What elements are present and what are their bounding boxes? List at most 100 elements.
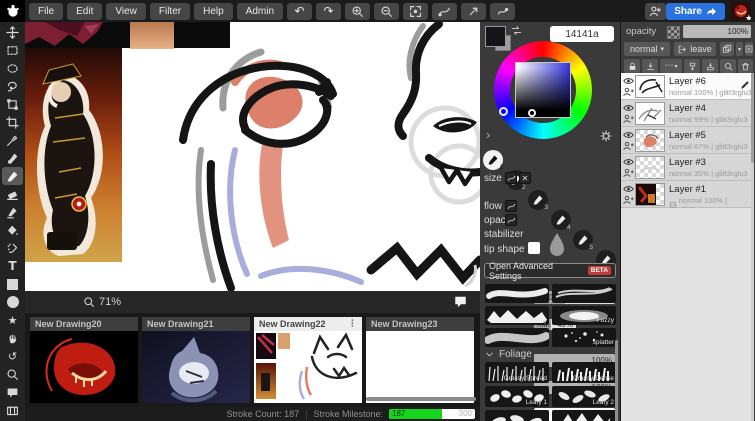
layer-row-1[interactable]: Layer #1 normal 100% | glitt3r… (621, 181, 754, 214)
open-advanced-settings-button[interactable]: Open Advanced Settings BETA (484, 261, 616, 281)
shape-star-tool[interactable]: ★ (2, 311, 23, 329)
smoothing-button[interactable] (490, 2, 516, 20)
text-tool[interactable]: T (2, 257, 23, 275)
tabs-horizontal-scrollbar[interactable] (366, 397, 476, 401)
tab-menu-kebab-icon[interactable]: ⋮ (348, 319, 357, 329)
zoom-tool[interactable] (2, 365, 23, 383)
visibility-eye-icon[interactable] (623, 158, 634, 166)
menu-edit[interactable]: Edit (67, 2, 103, 20)
eyedropper-tool[interactable] (2, 131, 23, 149)
layer-row-6[interactable]: Layer #6 normal 100% | glitt3rglu3 (621, 73, 754, 100)
menu-filter[interactable]: Filter (149, 2, 191, 20)
menu-view[interactable]: View (106, 2, 146, 20)
blend-mode-dropdown[interactable]: normal ▾ (624, 42, 670, 56)
zoom-in-button[interactable] (345, 2, 371, 20)
comment-tool[interactable] (2, 383, 23, 401)
shape-rect-tool[interactable] (2, 275, 23, 293)
swap-colors-icon[interactable] (511, 25, 522, 36)
brush-panel-scrollbar[interactable] (615, 340, 618, 421)
brush-texture-item[interactable] (485, 284, 549, 303)
brush-slot-1[interactable]: 1 (483, 150, 503, 171)
layer-opacity-slider[interactable]: 100% (683, 25, 751, 38)
move-tool[interactable] (2, 23, 23, 41)
duplicate-layer-button[interactable] (720, 42, 734, 56)
crop-tool[interactable] (2, 113, 23, 131)
chat-button[interactable] (453, 295, 468, 309)
add-user-button[interactable] (645, 2, 667, 20)
search-layers-button[interactable] (720, 59, 736, 73)
layer-more-options-button[interactable]: ⋯ ▾ (660, 59, 682, 73)
brush-slot-3[interactable]: 3 (528, 190, 548, 211)
brush-texture-item[interactable]: Leafy 3 (485, 410, 549, 421)
layer-row-4[interactable]: Layer #4 normal 99% | glitt3rglu3 (621, 100, 754, 127)
tab-new-drawing20[interactable]: New Drawing20 (30, 317, 138, 403)
fullscreen-button[interactable] (461, 2, 487, 20)
pen-tool[interactable] (2, 149, 23, 167)
user-avatar[interactable]: ★ (731, 2, 751, 20)
zoom-out-button[interactable] (374, 2, 400, 20)
smudge-tool[interactable] (2, 203, 23, 221)
decor-spray-tool[interactable] (2, 239, 23, 257)
merge-down-button[interactable] (684, 59, 700, 73)
layer-options-caret[interactable]: ▾ (736, 42, 743, 56)
lock-layer-button[interactable] (624, 59, 640, 73)
hue-selector[interactable] (499, 107, 508, 116)
tab-new-drawing23[interactable]: New Drawing23 (366, 317, 474, 403)
visibility-eye-icon[interactable] (623, 77, 634, 85)
shape-ellipse-tool[interactable] (2, 293, 23, 311)
rotate-canvas-tool[interactable]: ↺ (2, 347, 23, 365)
clipping-mask-button[interactable] (642, 59, 658, 73)
layer-row-3[interactable]: Layer #3 normal 35% | glitt3rglu3 (621, 154, 754, 181)
size-reset-button[interactable]: ✕ (519, 172, 531, 184)
leave-layer-button[interactable]: leave (674, 42, 716, 56)
brush-texture-item[interactable]: Rocky (485, 306, 549, 325)
brush-texture-item[interactable]: Fuzzy (552, 306, 616, 325)
visibility-eye-icon[interactable] (623, 185, 634, 193)
expand-picker-chevron[interactable]: › (486, 127, 490, 142)
menu-file[interactable]: File (29, 2, 64, 20)
foliage-section-header[interactable]: Foliage (485, 349, 532, 360)
drawing-canvas[interactable] (25, 22, 480, 291)
primary-color-swatch[interactable] (485, 26, 506, 47)
brush-texture-item[interactable] (485, 328, 549, 347)
sv-selector[interactable] (528, 109, 536, 117)
size-pressure-toggle[interactable] (505, 172, 517, 184)
flow-pressure-toggle[interactable] (505, 200, 517, 212)
brush-slot-4[interactable]: 4 (550, 210, 571, 231)
brush-texture-item[interactable]: Grassy Dense (552, 362, 616, 383)
tab-new-drawing22[interactable]: New Drawing22 ⋮ (254, 317, 362, 403)
alpha-checker-icon[interactable] (667, 26, 680, 39)
menu-help[interactable]: Help (194, 2, 233, 20)
fill-tool[interactable] (2, 221, 23, 239)
brush-texture-item[interactable]: Leafy 1 (485, 386, 549, 407)
share-button[interactable]: Share (666, 2, 725, 20)
brush-texture-item[interactable]: Leafy 2 (552, 386, 616, 407)
add-layer-button[interactable] (745, 42, 753, 56)
visibility-eye-icon[interactable] (623, 104, 634, 112)
hex-color-field[interactable]: 14141a (550, 26, 614, 42)
app-logo[interactable] (0, 0, 25, 22)
color-settings-gear-icon[interactable] (600, 130, 612, 142)
brush-tool[interactable] (2, 167, 23, 185)
brush-texture-item[interactable]: Grassy Spread (485, 362, 549, 383)
brush-texture-item[interactable] (552, 410, 616, 421)
tip-shape-checkbox[interactable] (528, 242, 540, 254)
brush-texture-item[interactable] (552, 284, 616, 303)
menu-admin[interactable]: Admin (236, 2, 284, 20)
lasso-select-tool[interactable] (2, 77, 23, 95)
rect-select-tool[interactable] (2, 41, 23, 59)
redo-button[interactable]: ↷ (316, 2, 342, 20)
brush-texture-item[interactable]: splatter (552, 328, 616, 347)
timeline-tool[interactable] (2, 401, 23, 419)
tip-shape-preview[interactable] (546, 231, 568, 259)
zoom-indicator[interactable]: 71% (83, 296, 121, 308)
eraser-tool[interactable] (2, 185, 23, 203)
opacity-pressure-toggle[interactable] (505, 214, 517, 226)
pen-pressure-button[interactable] (432, 2, 458, 20)
layers-scrollbar[interactable] (751, 73, 754, 421)
layer-row-5[interactable]: Layer #5 normal 67% | glitt3rglu3 (621, 127, 754, 154)
edit-pencil-icon[interactable] (739, 79, 751, 91)
zoom-fit-button[interactable] (403, 2, 429, 20)
pan-tool[interactable] (2, 329, 23, 347)
tab-new-drawing21[interactable]: New Drawing21 (142, 317, 250, 403)
